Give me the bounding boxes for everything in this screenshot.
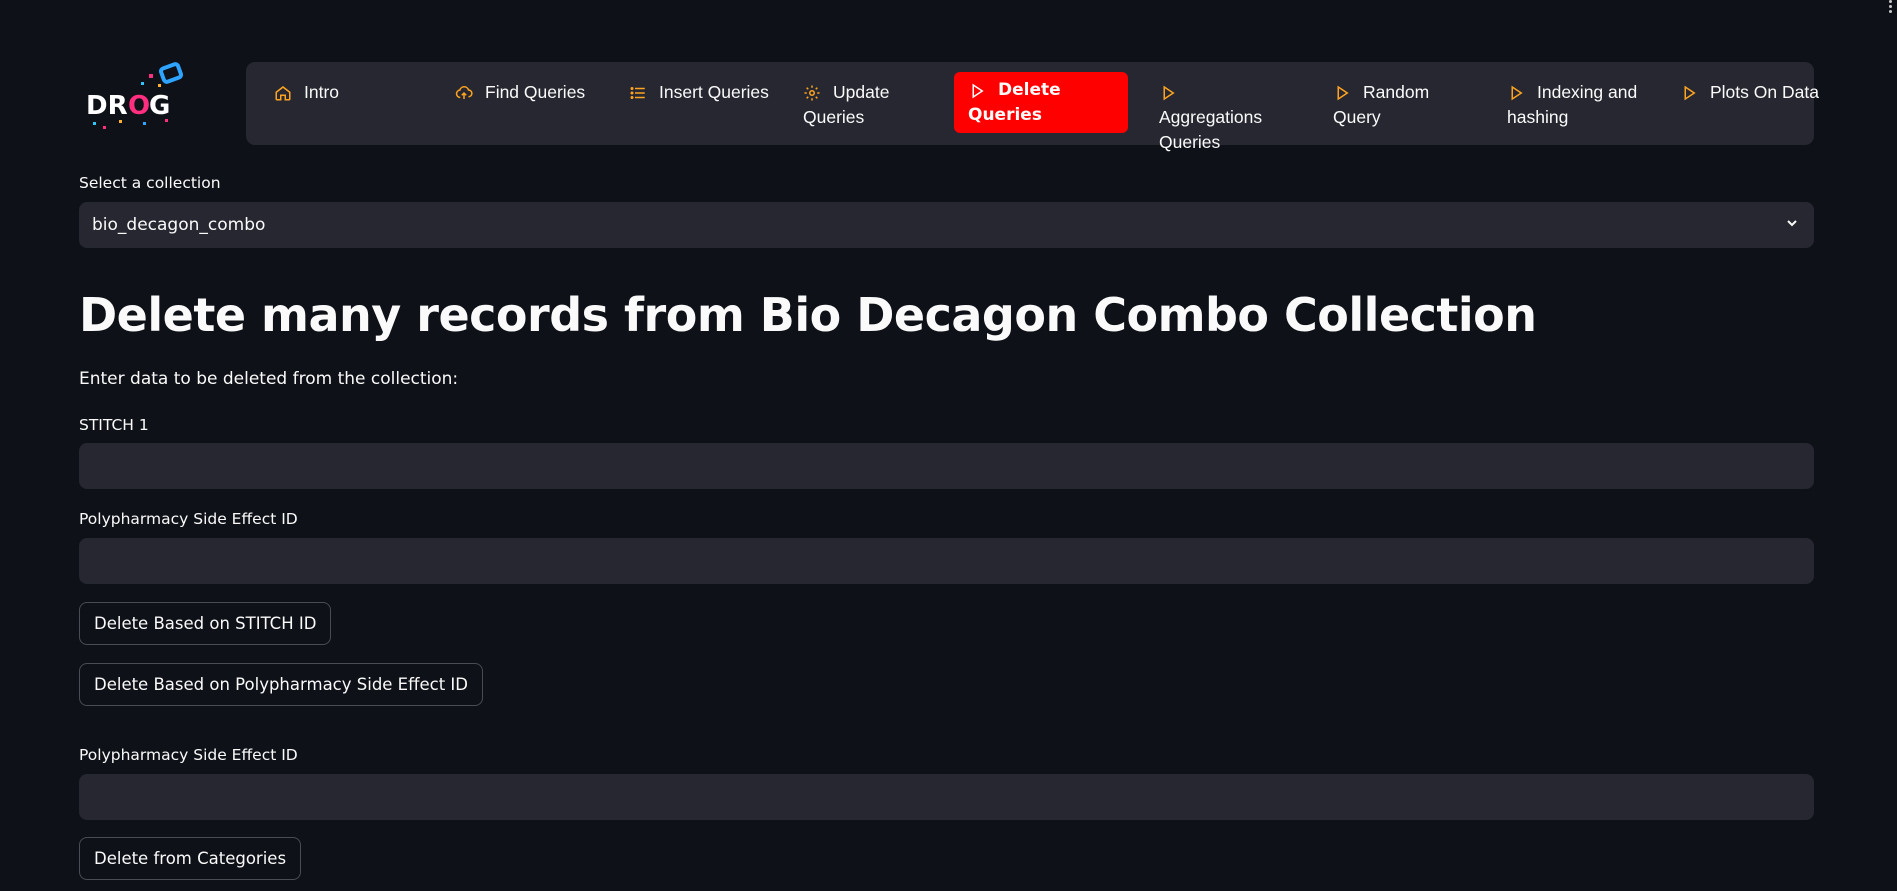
play-icon bbox=[968, 82, 986, 100]
drog-logo: DR O G bbox=[79, 62, 189, 145]
nav-item-indexing-and-hashing[interactable]: Indexing and hashing bbox=[1493, 72, 1663, 133]
side-effect-id-label: Polypharmacy Side Effect ID bbox=[79, 510, 298, 528]
header: DR O G Intro Find Queries Insert Queries… bbox=[79, 62, 1819, 152]
play-icon bbox=[1680, 84, 1698, 102]
delete-from-categories-button[interactable]: Delete from Categories bbox=[79, 837, 302, 880]
list-icon bbox=[629, 84, 647, 102]
side-effect-label-2-container: Polypharmacy Side Effect ID bbox=[79, 746, 1814, 765]
nav-item-update-queries[interactable]: Update Queries bbox=[789, 72, 949, 133]
gear-icon bbox=[803, 84, 821, 102]
stitch1-field-container bbox=[79, 443, 1814, 489]
categories-button-container: Delete from Categories bbox=[79, 837, 1814, 880]
play-icon bbox=[1333, 84, 1351, 102]
collection-select-label: Select a collection bbox=[79, 174, 221, 192]
nav-item-insert-queries[interactable]: Insert Queries bbox=[615, 72, 785, 133]
side-effect-id-input[interactable] bbox=[79, 538, 1814, 584]
svg-text:G: G bbox=[149, 91, 170, 121]
play-icon bbox=[1507, 84, 1525, 102]
side-effect-id-input-2[interactable] bbox=[79, 774, 1814, 820]
nav-item-intro[interactable]: Intro bbox=[260, 72, 420, 133]
collection-select[interactable]: bio_decagon_combo bbox=[79, 202, 1814, 248]
play-icon bbox=[1159, 84, 1177, 102]
navigation-menu: Intro Find Queries Insert Queries Update… bbox=[246, 62, 1819, 152]
stitch-button-container: Delete Based on STITCH ID bbox=[79, 602, 1814, 645]
delete-by-side-effect-button[interactable]: Delete Based on Polypharmacy Side Effect… bbox=[79, 663, 483, 706]
nav-item-aggregations-queries[interactable]: Aggregations Queries bbox=[1145, 72, 1295, 152]
poly-button-container: Delete Based on Polypharmacy Side Effect… bbox=[79, 663, 1814, 706]
page-title: Delete many records from Bio Decagon Com… bbox=[79, 288, 1537, 342]
delete-by-stitch-button[interactable]: Delete Based on STITCH ID bbox=[79, 602, 332, 645]
side-effect-field-container bbox=[79, 538, 1814, 584]
page-title-container: Delete many records from Bio Decagon Com… bbox=[79, 288, 1814, 342]
chevron-down-icon bbox=[1784, 215, 1800, 236]
stitch1-label: STITCH 1 bbox=[79, 416, 149, 434]
svg-text:O: O bbox=[128, 91, 150, 121]
nav-item-plots-on-data[interactable]: Plots On Data bbox=[1666, 72, 1819, 133]
side-effect-field-2-container bbox=[79, 774, 1814, 820]
nav-item-find-queries[interactable]: Find Queries bbox=[441, 72, 611, 133]
side-effect-id-label-2: Polypharmacy Side Effect ID bbox=[79, 746, 298, 764]
side-effect-label-container: Polypharmacy Side Effect ID bbox=[79, 510, 1814, 529]
svg-text:DR: DR bbox=[86, 91, 128, 121]
house-icon bbox=[274, 84, 292, 102]
intro-text-container: Enter data to be deleted from the collec… bbox=[79, 369, 1814, 389]
stitch1-label-container: STITCH 1 bbox=[79, 416, 1814, 435]
collection-select-value: bio_decagon_combo bbox=[92, 215, 266, 235]
nav-item-delete-queries[interactable]: Delete Queries bbox=[954, 72, 1128, 133]
more-options-icon[interactable] bbox=[1887, 0, 1893, 13]
intro-text: Enter data to be deleted from the collec… bbox=[79, 369, 459, 389]
nav-item-random-query[interactable]: Random Query bbox=[1319, 72, 1449, 133]
stitch1-input[interactable] bbox=[79, 443, 1814, 489]
cloud-upload-icon bbox=[455, 84, 473, 102]
